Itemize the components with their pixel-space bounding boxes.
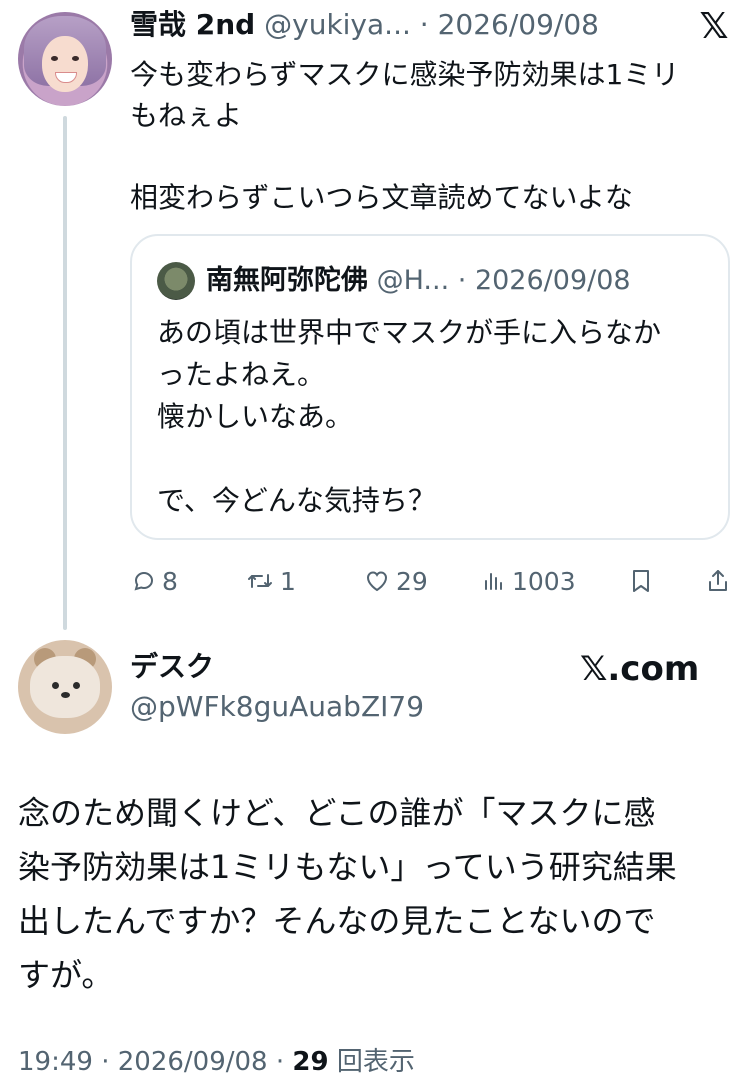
retweet-icon: [248, 574, 272, 588]
quoted-author-handle: @H...: [376, 265, 450, 296]
main-author-avatar[interactable]: [18, 640, 112, 734]
like-button[interactable]: 29: [364, 562, 428, 600]
thread-connector-line: [63, 116, 67, 630]
bookmark-icon: [633, 570, 649, 592]
quoted-author-avatar: [157, 262, 195, 300]
quoted-author-name: 南無阿弥陀佛: [206, 265, 368, 296]
share-icon: [709, 570, 727, 591]
quoted-tweet-text: あの頃は世界中でマスクが手に入らなか ったよねえ。 懐かしいなあ。 で、今どんな…: [157, 316, 662, 517]
separator-dot: ·: [419, 8, 429, 41]
tweet-date[interactable]: 2026/09/08: [438, 8, 599, 41]
bookmark-button[interactable]: [630, 562, 652, 600]
heart-icon: [366, 571, 388, 592]
tweet-date[interactable]: 2026/09/08: [118, 1047, 268, 1077]
tweet-time[interactable]: 19:49: [18, 1047, 93, 1077]
like-count: 29: [396, 566, 428, 596]
author-avatar[interactable]: [18, 12, 112, 106]
x-logo-icon[interactable]: 𝕏: [694, 8, 734, 46]
main-tweet-text: 念のため聞くけど、どこの誰が「マスクに感 染予防効果は1ミリもない」っていう研究…: [18, 794, 677, 994]
x-com-logo: 𝕏.com: [580, 649, 700, 689]
reply-icon: [134, 571, 154, 591]
parent-tweet-header: 雪哉 2nd @yukiya... · 2026/09/08: [130, 6, 599, 44]
parent-tweet-text: 今も変わらずマスクに感染予防効果は1ミリ もねぇよ 相変わらずこいつら文章読めて…: [130, 58, 680, 214]
main-author-handle[interactable]: @pWFk8guAuabZI79: [130, 688, 424, 726]
views-button[interactable]: 1003: [482, 562, 576, 600]
avatar-bear-nose: [61, 692, 70, 698]
avatar-bear-eye: [52, 682, 59, 689]
avatar-eye: [72, 56, 79, 61]
views-chart-icon: [485, 573, 502, 590]
avatar-bear-eye: [73, 682, 80, 689]
avatar-face: [42, 36, 88, 92]
separator-dot: ·: [457, 265, 467, 296]
author-handle[interactable]: @yukiya...: [264, 8, 411, 41]
retweet-button[interactable]: 1: [246, 562, 296, 600]
share-button[interactable]: [706, 562, 730, 600]
views-label: 回表示: [336, 1047, 415, 1077]
tweet-metadata: 19:49 · 2026/09/08 · 29 回表示: [18, 1044, 415, 1080]
main-author-name[interactable]: デスク: [130, 648, 214, 686]
reply-count: 8: [162, 566, 178, 596]
separator-dot: ·: [275, 1047, 285, 1077]
quoted-tweet-header: 南無阿弥陀佛 @H... · 2026/09/08: [206, 262, 631, 300]
views-count: 1003: [512, 566, 576, 596]
author-name[interactable]: 雪哉 2nd: [130, 8, 255, 41]
avatar-bear-head: [30, 656, 100, 718]
views-number: 29: [292, 1047, 329, 1077]
avatar-eye: [51, 56, 58, 61]
retweet-count: 1: [280, 566, 296, 596]
reply-button[interactable]: 8: [132, 562, 178, 600]
quoted-tweet-date: 2026/09/08: [474, 265, 631, 296]
separator-dot: ·: [101, 1047, 110, 1077]
